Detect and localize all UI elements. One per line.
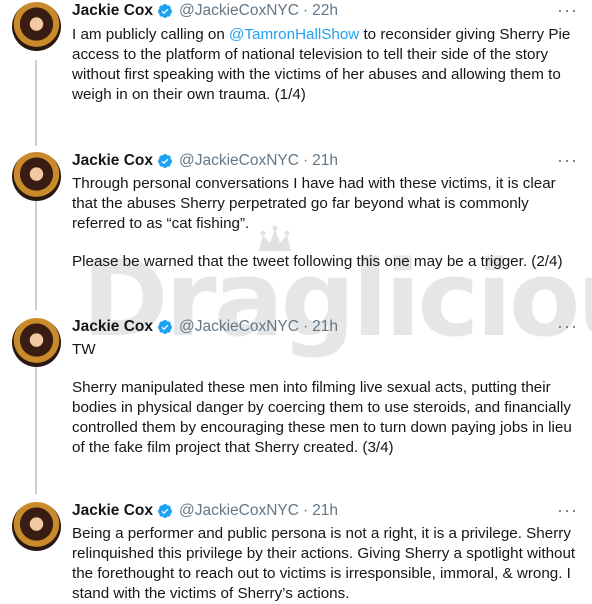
tweet-paragraph: Through personal conversations I have ha…: [72, 175, 556, 232]
avatar[interactable]: [12, 2, 61, 51]
more-horizontal-icon[interactable]: ···: [557, 150, 578, 171]
tweet[interactable]: Jackie Cox @JackieCoxNYC · 21h ··· Throu…: [0, 150, 592, 310]
separator: ·: [302, 502, 309, 519]
more-horizontal-icon[interactable]: ···: [557, 316, 578, 337]
handle[interactable]: @JackieCoxNYC: [179, 152, 299, 170]
tweet[interactable]: Jackie Cox @JackieCoxNYC · 21h ··· Being…: [0, 500, 592, 602]
display-name[interactable]: Jackie Cox: [72, 318, 153, 336]
timestamp[interactable]: 21h: [312, 502, 338, 520]
tweet-paragraph: Being a performer and public persona is …: [72, 525, 576, 602]
handle[interactable]: @JackieCoxNYC: [179, 502, 299, 520]
handle[interactable]: @JackieCoxNYC: [179, 318, 299, 336]
tweet-paragraph: TW: [72, 341, 96, 358]
handle[interactable]: @JackieCoxNYC: [179, 2, 299, 20]
tweet-text: Through personal conversations I have ha…: [72, 174, 578, 272]
separator: ·: [302, 2, 309, 19]
verified-badge-icon: [157, 504, 172, 518]
timestamp[interactable]: 21h: [312, 152, 338, 170]
avatar[interactable]: [12, 152, 61, 201]
tweet-text-segment: I am publicly calling on: [72, 26, 230, 43]
display-name[interactable]: Jackie Cox: [72, 502, 153, 520]
separator: ·: [302, 318, 309, 335]
separator: ·: [302, 152, 309, 169]
verified-badge-icon: [157, 154, 172, 168]
timestamp[interactable]: 21h: [312, 318, 338, 336]
display-name[interactable]: Jackie Cox: [72, 2, 153, 20]
tweet-text: TW Sherry manipulated these men into fil…: [72, 340, 578, 458]
tweet[interactable]: Jackie Cox @JackieCoxNYC · 22h ··· I am …: [0, 0, 592, 146]
tweet-text: Being a performer and public persona is …: [72, 524, 578, 604]
avatar[interactable]: [12, 502, 61, 551]
tweet-paragraph: Sherry manipulated these men into filmin…: [72, 379, 572, 456]
more-horizontal-icon[interactable]: ···: [557, 0, 578, 21]
tweet-text: I am publicly calling on @TamronHallShow…: [72, 25, 578, 105]
avatar[interactable]: [12, 318, 61, 367]
tweet-paragraph: Please be warned that the tweet followin…: [72, 253, 563, 270]
mention-link[interactable]: @TamronHallShow: [229, 26, 359, 43]
verified-badge-icon: [157, 4, 172, 18]
more-horizontal-icon[interactable]: ···: [557, 500, 578, 521]
tweet[interactable]: Jackie Cox @JackieCoxNYC · 21h ··· TW Sh…: [0, 316, 592, 496]
timestamp[interactable]: 22h: [312, 2, 338, 20]
verified-badge-icon: [157, 320, 172, 334]
display-name[interactable]: Jackie Cox: [72, 152, 153, 170]
